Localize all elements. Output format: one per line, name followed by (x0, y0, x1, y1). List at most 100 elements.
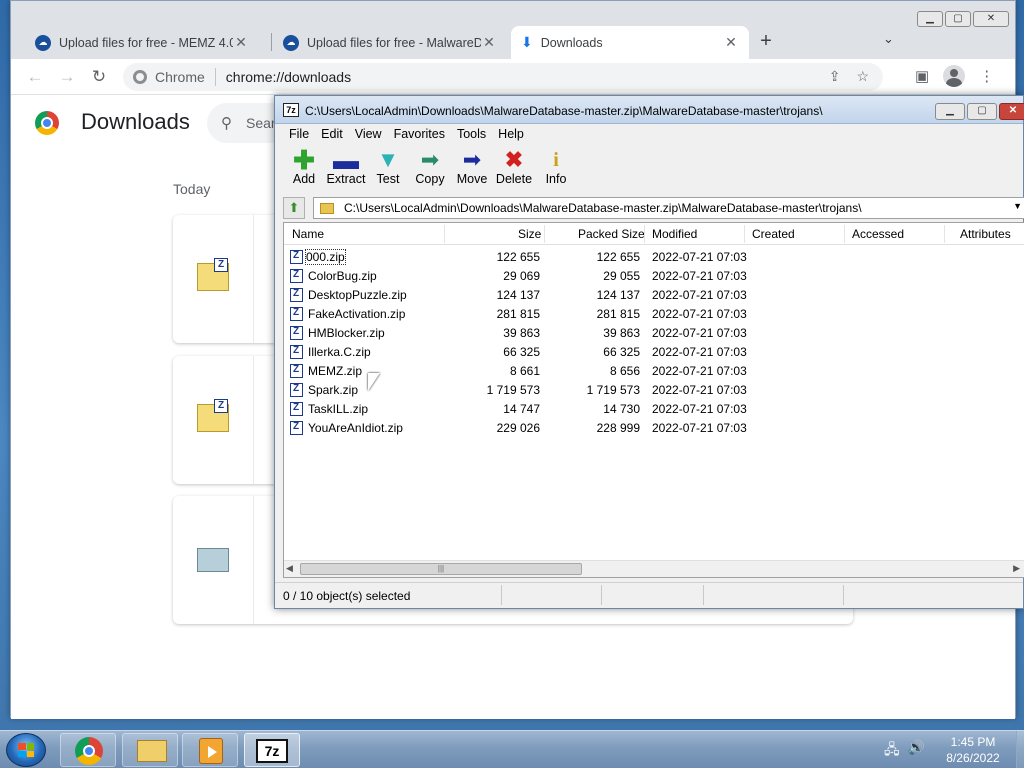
column-accessed[interactable]: Accessed (852, 227, 904, 241)
minus-icon: ▬ (333, 145, 359, 175)
minimize-button[interactable]: ▁ (935, 103, 965, 120)
check-icon: ▼ (377, 147, 399, 172)
chrome-logo-icon (35, 111, 59, 135)
up-folder-button[interactable]: ⬆ (283, 197, 305, 219)
taskbar-7zip[interactable]: 7z (244, 733, 300, 767)
tab-malwaredatabase-upload[interactable]: ☁ Upload files for free - MalwareDa ✕ (273, 26, 507, 59)
tab-search-button[interactable]: ⌄ (883, 31, 894, 47)
file-modified: 2022-07-21 07:03 (652, 250, 747, 264)
delete-button[interactable]: ✖ Delete (493, 146, 535, 192)
file-modified: 2022-07-21 07:03 (652, 307, 747, 321)
new-tab-button[interactable]: + (753, 29, 779, 55)
clock-time: 1:45 PM (950, 735, 996, 749)
menu-edit[interactable]: Edit (315, 124, 349, 144)
menu-dots-icon[interactable]: ⋮ (979, 67, 994, 85)
network-icon[interactable]: 🖧 (884, 739, 900, 763)
clock[interactable]: 1:45 PM 8/26/2022 (936, 734, 1010, 766)
file-row[interactable]: FakeActivation.zip 281 815 281 815 2022-… (284, 304, 1024, 323)
horizontal-scrollbar[interactable]: ◀ ||| ▶ (284, 560, 1024, 577)
dropdown-arrow-icon[interactable]: ▼ (1013, 201, 1022, 211)
menu-help[interactable]: Help (492, 124, 530, 144)
file-packed-size: 124 137 (596, 288, 640, 302)
file-row[interactable]: MEMZ.zip 8 661 8 656 2022-07-21 07:03 (284, 361, 1024, 380)
column-size[interactable]: Size (518, 227, 541, 241)
test-button[interactable]: ▼ Test (367, 146, 409, 192)
address-bar[interactable]: Chrome chrome://downloads ⇪ ☆ (123, 63, 883, 91)
sevenzip-title-bar[interactable]: 7z C:\Users\LocalAdmin\Downloads\Malware… (275, 96, 1024, 124)
column-name[interactable]: Name (292, 227, 324, 241)
menu-file[interactable]: File (283, 124, 315, 144)
extract-button[interactable]: ▬ Extract (325, 146, 367, 192)
file-size: 29 069 (503, 269, 540, 283)
zip-file-icon: Z (197, 399, 229, 432)
close-icon[interactable]: ✕ (233, 34, 249, 51)
scrollbar-thumb[interactable]: ||| (300, 563, 582, 575)
file-row[interactable]: HMBlocker.zip 39 863 39 863 2022-07-21 0… (284, 323, 1024, 342)
menu-favorites[interactable]: Favorites (388, 124, 451, 144)
column-separator (944, 225, 945, 243)
tab-title: Upload files for free - MalwareDa (307, 35, 481, 50)
bookmark-star-icon[interactable]: ☆ (856, 68, 869, 85)
volume-icon[interactable]: 🔊 (908, 739, 925, 763)
cloud-upload-icon: ☁ (35, 34, 51, 51)
window-title: C:\Users\LocalAdmin\Downloads\MalwareDat… (305, 104, 823, 118)
browser-toolbar: ← → ↻ Chrome chrome://downloads ⇪ ☆ ▣ ⋮ (11, 59, 1015, 95)
tab-separator (271, 33, 272, 51)
taskbar-chrome[interactable] (60, 733, 116, 767)
taskbar-file-explorer[interactable] (122, 733, 178, 767)
path-combobox[interactable]: C:\Users\LocalAdmin\Downloads\MalwareDat… (313, 197, 1024, 219)
add-button[interactable]: ✚ Add (283, 146, 325, 192)
show-desktop-button[interactable] (1016, 731, 1024, 768)
column-modified[interactable]: Modified (652, 227, 697, 241)
close-button[interactable]: ✕ (999, 103, 1024, 120)
minimize-button[interactable]: ▁ (917, 11, 943, 27)
profile-avatar[interactable] (943, 65, 966, 87)
back-button[interactable]: ← (25, 67, 45, 87)
file-row[interactable]: YouAreAnIdiot.zip 229 026 228 999 2022-0… (284, 418, 1024, 437)
copy-button[interactable]: ➡ Copy (409, 146, 451, 192)
tab-downloads[interactable]: ⬇ Downloads ✕ (511, 26, 749, 59)
forward-button[interactable]: → (57, 67, 77, 87)
info-button[interactable]: i Info (535, 146, 577, 192)
card-divider (253, 496, 254, 624)
column-separator (844, 225, 845, 243)
file-packed-size: 66 325 (603, 345, 640, 359)
move-button[interactable]: ➡ Move (451, 146, 493, 192)
menu-tools[interactable]: Tools (451, 124, 492, 144)
file-row[interactable]: ColorBug.zip 29 069 29 055 2022-07-21 07… (284, 266, 1024, 285)
file-row[interactable]: TaskILL.zip 14 747 14 730 2022-07-21 07:… (284, 399, 1024, 418)
scroll-right-arrow-icon[interactable]: ▶ (1013, 563, 1020, 574)
taskbar-media-player[interactable] (182, 733, 238, 767)
scroll-left-arrow-icon[interactable]: ◀ (286, 563, 293, 574)
maximize-button[interactable]: ▢ (945, 11, 971, 27)
file-modified: 2022-07-21 07:03 (652, 288, 747, 302)
maximize-button[interactable]: ▢ (967, 103, 997, 120)
column-attributes[interactable]: Attributes (960, 227, 1011, 241)
start-button[interactable] (6, 733, 46, 767)
file-row[interactable]: 000.zip 122 655 122 655 2022-07-21 07:03 (284, 247, 1024, 266)
file-row[interactable]: DesktopPuzzle.zip 124 137 124 137 2022-0… (284, 285, 1024, 304)
chrome-icon (133, 70, 147, 84)
share-icon[interactable]: ⇪ (829, 68, 841, 85)
column-created[interactable]: Created (752, 227, 795, 241)
close-icon[interactable]: ✕ (723, 34, 739, 51)
tab-memz-upload[interactable]: ☁ Upload files for free - MEMZ 4.0 ✕ (25, 26, 259, 59)
reload-button[interactable]: ↻ (89, 67, 109, 87)
file-row[interactable]: Illerka.C.zip 66 325 66 325 2022-07-21 0… (284, 342, 1024, 361)
tool-label: Add (292, 172, 316, 186)
taskbar: 7z 🖧 🔊 1:45 PM 8/26/2022 (0, 730, 1024, 768)
column-separator (744, 225, 745, 243)
tool-label: Extract (326, 172, 366, 186)
column-packed-size[interactable]: Packed Size (578, 227, 645, 241)
close-icon[interactable]: ✕ (481, 34, 497, 51)
menu-bar: File Edit View Favorites Tools Help (275, 124, 1023, 144)
menu-view[interactable]: View (349, 124, 388, 144)
file-name: YouAreAnIdiot.zip (308, 421, 403, 435)
page-title: Downloads (81, 109, 190, 134)
windows-flag-icon (18, 743, 34, 757)
side-panel-icon[interactable]: ▣ (915, 67, 929, 85)
close-button[interactable]: ✕ (973, 11, 1009, 27)
file-list[interactable]: Name Size Packed Size Modified Created A… (283, 222, 1024, 578)
selection-status: 0 / 10 object(s) selected (283, 589, 411, 603)
file-row[interactable]: Spark.zip 1 719 573 1 719 573 2022-07-21… (284, 380, 1024, 399)
